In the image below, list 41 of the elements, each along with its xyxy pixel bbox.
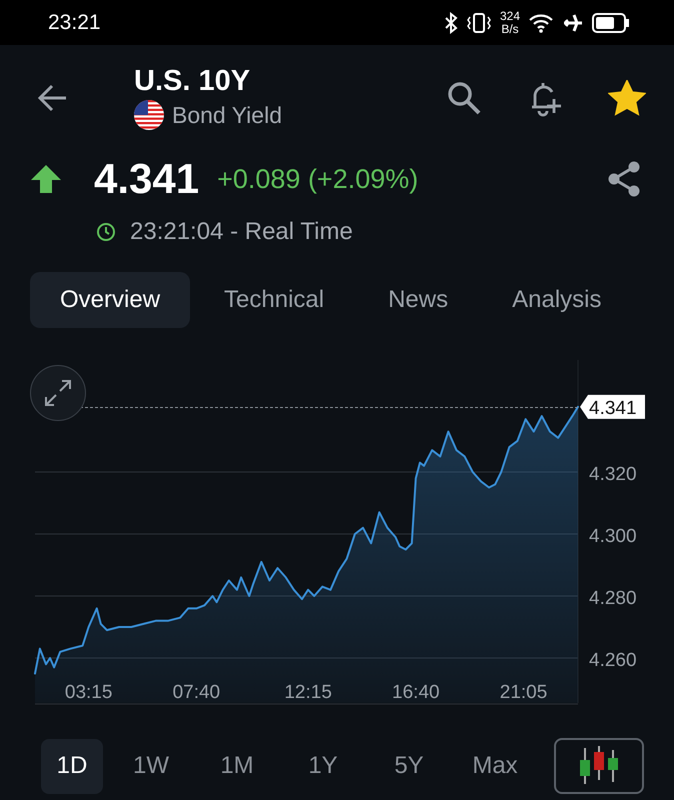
- instrument-type: Bond Yield: [172, 102, 282, 128]
- clock-time: 23:21: [48, 10, 101, 34]
- clock-icon: [96, 222, 116, 242]
- search-button[interactable]: [446, 80, 482, 116]
- tab[interactable]: Analysis: [482, 272, 632, 328]
- axis-label: 4.300: [589, 526, 637, 547]
- flag-icon: [134, 100, 164, 130]
- expand-icon: [44, 379, 72, 407]
- instrument-title: U.S. 10Y: [134, 65, 252, 98]
- share-button[interactable]: [606, 160, 642, 198]
- favorite-button[interactable]: [608, 80, 646, 116]
- axis-label: 07:40: [172, 682, 220, 703]
- axis-label: 4.280: [589, 588, 637, 609]
- axis-label: 4.320: [589, 464, 637, 485]
- chart-type-button[interactable]: [554, 738, 644, 794]
- bluetooth-icon: [444, 12, 458, 34]
- price-change: +0.089 (+2.09%): [217, 164, 420, 194]
- axis-label: 03:15: [64, 682, 112, 703]
- axis-label: 16:40: [392, 682, 440, 703]
- range-button[interactable]: 1W: [113, 738, 189, 794]
- candlestick-icon: [577, 746, 621, 786]
- axis-label: 21:05: [500, 682, 548, 703]
- airplane-icon: [562, 12, 584, 32]
- range-button[interactable]: Max: [457, 738, 533, 794]
- tab[interactable]: Technical: [194, 272, 354, 328]
- vibrate-icon: [466, 12, 492, 34]
- price-tag: 4.341: [580, 394, 645, 419]
- range-button[interactable]: 5Y: [371, 738, 447, 794]
- speed-unit: B/s: [501, 22, 519, 36]
- range-button[interactable]: 1M: [199, 738, 275, 794]
- network-speed: 324: [500, 10, 520, 22]
- quote-time: 23:21:04 - Real Time: [130, 218, 353, 246]
- tab[interactable]: News: [358, 272, 478, 328]
- battery-icon: [592, 12, 630, 32]
- wifi-icon: [528, 12, 554, 32]
- axis-label: 4.260: [589, 650, 637, 672]
- range-button[interactable]: 1Y: [285, 738, 361, 794]
- last-price: 4.341: [94, 155, 200, 203]
- range-button[interactable]: 1D: [41, 738, 103, 794]
- axis-label: 12:15: [284, 682, 332, 703]
- tab[interactable]: Overview: [30, 272, 190, 328]
